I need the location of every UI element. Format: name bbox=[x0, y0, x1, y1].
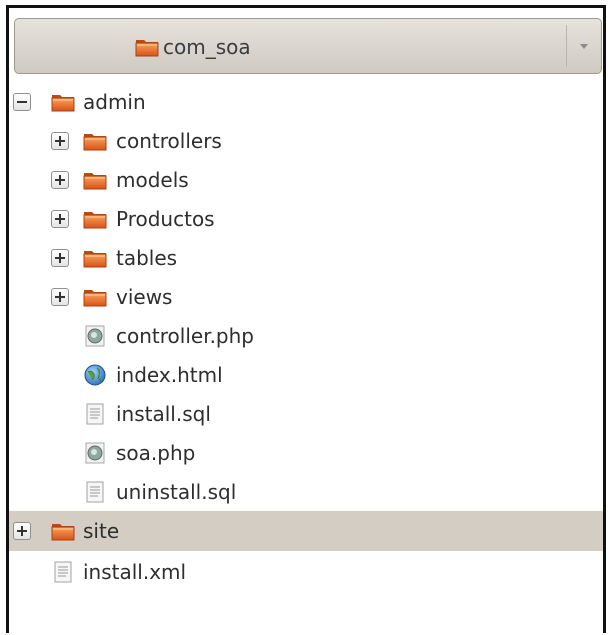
expand-toggle[interactable] bbox=[51, 170, 69, 189]
folder-icon bbox=[51, 91, 75, 113]
tree-item-label: install.sql bbox=[116, 401, 211, 426]
text-file-icon bbox=[83, 481, 107, 503]
tree-item-label: uninstall.sql bbox=[116, 479, 237, 504]
tree-item-label: index.html bbox=[116, 362, 223, 387]
tree-item-label: tables bbox=[116, 245, 178, 270]
expand-toggle[interactable] bbox=[51, 248, 69, 267]
tree-item-label: soa.php bbox=[116, 440, 196, 465]
tree-row-admin[interactable]: admin bbox=[9, 83, 603, 120]
tree-row-index-html[interactable]: index.html bbox=[9, 356, 603, 393]
expand-toggle[interactable] bbox=[51, 287, 69, 306]
tree-row-tables[interactable]: tables bbox=[9, 239, 603, 276]
folder-icon bbox=[135, 36, 159, 58]
tree-item-label: install.xml bbox=[83, 559, 187, 584]
file-tree-panel: com_soa admin controllers models Product… bbox=[6, 5, 606, 633]
tree-row-soa-php[interactable]: soa.php bbox=[9, 434, 603, 471]
text-file-icon bbox=[83, 403, 107, 425]
php-file-icon bbox=[83, 442, 107, 464]
tree-row-productos[interactable]: Productos bbox=[9, 200, 603, 237]
folder-icon bbox=[83, 208, 107, 230]
folder-icon bbox=[83, 130, 107, 152]
tree-item-label: controllers bbox=[116, 128, 222, 153]
expand-toggle[interactable] bbox=[51, 131, 69, 150]
collapse-toggle[interactable] bbox=[13, 92, 31, 111]
chevron-down-icon[interactable] bbox=[577, 39, 591, 53]
folder-icon bbox=[83, 247, 107, 269]
folder-selector-current: com_soa bbox=[135, 35, 251, 59]
tree-item-label: views bbox=[116, 284, 173, 309]
tree-row-models[interactable]: models bbox=[9, 161, 603, 198]
tree-item-label: Productos bbox=[116, 206, 215, 231]
folder-icon bbox=[83, 169, 107, 191]
folder-icon bbox=[83, 286, 107, 308]
tree-row-site[interactable]: site bbox=[9, 511, 603, 551]
tree-item-label: admin bbox=[83, 89, 146, 114]
tree-row-install-sql[interactable]: install.sql bbox=[9, 395, 603, 432]
tree-row-controllers[interactable]: controllers bbox=[9, 122, 603, 159]
tree-item-label: controller.php bbox=[116, 323, 254, 348]
html-file-icon bbox=[83, 364, 107, 386]
tree-row-views[interactable]: views bbox=[9, 278, 603, 315]
php-file-icon bbox=[83, 325, 107, 347]
dropdown-separator bbox=[566, 25, 567, 67]
expand-toggle[interactable] bbox=[51, 209, 69, 228]
tree-item-label: models bbox=[116, 167, 189, 192]
folder-selector-title: com_soa bbox=[163, 35, 251, 59]
expand-toggle[interactable] bbox=[13, 522, 31, 540]
tree-row-install-xml[interactable]: install.xml bbox=[9, 553, 603, 590]
folder-icon bbox=[51, 520, 75, 542]
tree-row-controller-php[interactable]: controller.php bbox=[9, 317, 603, 354]
tree-row-uninstall-sql[interactable]: uninstall.sql bbox=[9, 473, 603, 510]
tree-item-label: site bbox=[83, 519, 120, 543]
text-file-icon bbox=[51, 561, 75, 583]
folder-selector-dropdown[interactable]: com_soa bbox=[14, 18, 602, 74]
